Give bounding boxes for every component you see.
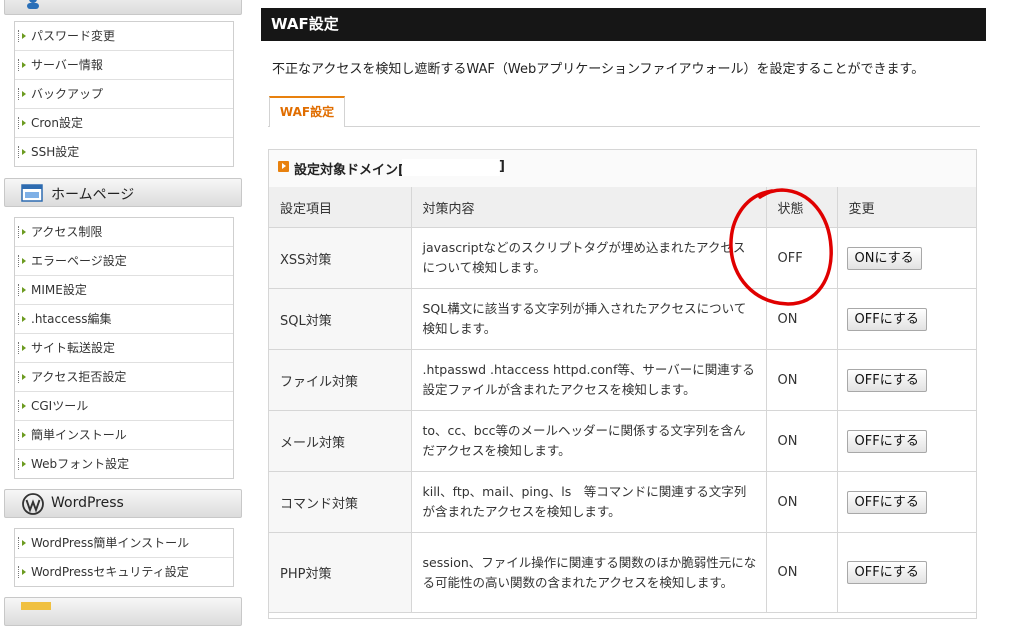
row-change-cell: OFFにする (837, 532, 976, 613)
row-state: ON (766, 288, 838, 350)
sidebar-item-label: 簡単インストール (31, 428, 127, 442)
sidebar-item-wp-security[interactable]: WordPressセキュリティ設定 (15, 558, 233, 586)
account-icon (27, 0, 39, 9)
redacted-domain (402, 159, 500, 176)
row-content: .htpasswd .htaccess httpd.conf等、サーバーに関連す… (411, 349, 767, 411)
sidebar-item-htaccess[interactable]: .htaccess編集 (15, 305, 233, 334)
sidebar-item-web-font[interactable]: Webフォント設定 (15, 450, 233, 478)
tab-waf-settings[interactable]: WAF設定 (269, 96, 345, 127)
target-domain-bracket: ] (499, 159, 505, 174)
next-section-header[interactable] (4, 597, 242, 626)
toggle-button[interactable]: OFFにする (846, 490, 927, 514)
sidebar-item-label: Cron設定 (31, 116, 83, 130)
column-header-content: 対策内容 (411, 187, 767, 228)
sidebar-item-label: MIME設定 (31, 283, 87, 297)
column-header-state: 状態 (766, 187, 838, 228)
browser-window-icon (21, 184, 43, 202)
toggle-button[interactable]: OFFにする (846, 368, 927, 392)
table-row: SQL対策 SQL構文に該当する文字列が挿入されたアクセスについて検知します。 … (269, 288, 976, 350)
column-header-item: 設定項目 (269, 187, 412, 228)
sidebar-item-ssh[interactable]: SSH設定 (15, 138, 233, 166)
target-domain-label: 設定対象ドメイン[ (294, 163, 404, 178)
sidebar-item-label: エラーページ設定 (31, 254, 127, 268)
sidebar-item-server-info[interactable]: サーバー情報 (15, 51, 233, 80)
sidebar-item-access-deny[interactable]: アクセス拒否設定 (15, 363, 233, 392)
row-change-cell: OFFにする (837, 471, 976, 533)
sidebar-item-cron[interactable]: Cron設定 (15, 109, 233, 138)
sidebar-item-label: CGIツール (31, 399, 89, 413)
wordpress-section-header[interactable]: WordPress (4, 489, 242, 518)
table-row: メール対策 to、cc、bcc等のメールヘッダーに関係する文字列を含んだアクセス… (269, 410, 976, 472)
table-header-row: 設定項目 対策内容 状態 変更 (269, 187, 976, 228)
row-item: PHP対策 (269, 532, 412, 613)
row-content: SQL構文に該当する文字列が挿入されたアクセスについて検知します。 (411, 288, 767, 350)
row-item: コマンド対策 (269, 471, 412, 533)
sidebar-item-access-restriction[interactable]: アクセス制限 (15, 218, 233, 247)
tab-divider (268, 126, 980, 127)
page-title: WAF設定 (261, 8, 986, 41)
row-state: ON (766, 410, 838, 472)
sidebar: パスワード変更 サーバー情報 バックアップ Cron設定 SSH設定 ホームペー… (0, 0, 244, 626)
row-change-cell: OFFにする (837, 288, 976, 350)
row-item: SQL対策 (269, 288, 412, 350)
toggle-button[interactable]: OFFにする (846, 307, 927, 331)
row-change-cell: OFFにする (837, 410, 976, 472)
row-content: session、ファイル操作に関連する関数のほか脆弱性元になる可能性の高い関数の… (411, 532, 767, 613)
sidebar-item-wp-easy-install[interactable]: WordPress簡単インストール (15, 529, 233, 558)
row-state: ON (766, 349, 838, 411)
toggle-button[interactable]: OFFにする (846, 561, 927, 584)
row-content: to、cc、bcc等のメールヘッダーに関係する文字列を含んだアクセスを検知します… (411, 410, 767, 472)
wordpress-logo-icon (22, 493, 44, 515)
sidebar-item-label: Webフォント設定 (31, 457, 130, 471)
homepage-section-header[interactable]: ホームページ (4, 178, 242, 207)
row-item: XSS対策 (269, 227, 412, 289)
page-description: 不正なアクセスを検知し遮断するWAF（Webアプリケーションファイアウォール）を… (272, 62, 925, 77)
wordpress-section-title: WordPress (51, 495, 124, 511)
sidebar-item-cgi-tool[interactable]: CGIツール (15, 392, 233, 421)
row-state: ON (766, 471, 838, 533)
sidebar-item-password[interactable]: パスワード変更 (15, 22, 233, 51)
sidebar-item-label: SSH設定 (31, 145, 80, 159)
sidebar-item-label: パスワード変更 (31, 29, 116, 43)
homepage-menu: アクセス制限 エラーページ設定 MIME設定 .htaccess編集 サイト転送… (14, 217, 234, 479)
column-header-change: 変更 (837, 187, 976, 228)
row-state: ON (766, 532, 838, 613)
sidebar-item-easy-install[interactable]: 簡単インストール (15, 421, 233, 450)
sidebar-item-label: .htaccess編集 (31, 312, 112, 326)
account-section-header[interactable] (4, 0, 242, 15)
row-change-cell: ONにする (837, 227, 976, 289)
sidebar-item-mime[interactable]: MIME設定 (15, 276, 233, 305)
table-row: PHP対策 session、ファイル操作に関連する関数のほか脆弱性元になる可能性… (269, 532, 976, 613)
sidebar-item-error-page[interactable]: エラーページ設定 (15, 247, 233, 276)
folder-icon (21, 602, 51, 610)
sidebar-item-label: WordPress簡単インストール (31, 536, 190, 550)
row-item: ファイル対策 (269, 349, 412, 411)
waf-settings-table: 設定項目 対策内容 状態 変更 XSS対策 javascriptなどのスクリプト… (269, 187, 976, 613)
waf-settings-panel: 設定対象ドメイン[ ] 設定項目 対策内容 状態 変更 XSS対策 javasc… (268, 149, 977, 619)
sidebar-item-label: WordPressセキュリティ設定 (31, 565, 189, 579)
sidebar-item-site-redirect[interactable]: サイト転送設定 (15, 334, 233, 363)
sidebar-item-backup[interactable]: バックアップ (15, 80, 233, 109)
sidebar-item-label: バックアップ (31, 87, 104, 101)
row-content: kill、ftp、mail、ping、ls 等コマンドに関連する文字列が含まれた… (411, 471, 767, 533)
toggle-button[interactable]: ONにする (846, 246, 922, 270)
table-row: コマンド対策 kill、ftp、mail、ping、ls 等コマンドに関連する文… (269, 471, 976, 533)
sidebar-item-label: サイト転送設定 (31, 341, 116, 355)
sidebar-item-label: サーバー情報 (31, 58, 103, 72)
toggle-button[interactable]: OFFにする (846, 429, 927, 453)
row-content: javascriptなどのスクリプトタグが埋め込まれたアクセスについて検知します… (411, 227, 767, 289)
target-domain-row: 設定対象ドメイン[ ] (269, 150, 976, 188)
wordpress-menu: WordPress簡単インストール WordPressセキュリティ設定 (14, 528, 234, 587)
table-row: ファイル対策 .htpasswd .htaccess httpd.conf等、サ… (269, 349, 976, 411)
homepage-section-title: ホームページ (51, 187, 135, 203)
row-state: OFF (766, 227, 838, 289)
sidebar-item-label: アクセス制限 (31, 225, 103, 239)
sidebar-item-label: アクセス拒否設定 (31, 370, 127, 384)
account-menu: パスワード変更 サーバー情報 バックアップ Cron設定 SSH設定 (14, 21, 234, 167)
play-arrow-icon (278, 161, 289, 172)
table-row: XSS対策 javascriptなどのスクリプトタグが埋め込まれたアクセスについ… (269, 227, 976, 289)
row-item: メール対策 (269, 410, 412, 472)
row-change-cell: OFFにする (837, 349, 976, 411)
